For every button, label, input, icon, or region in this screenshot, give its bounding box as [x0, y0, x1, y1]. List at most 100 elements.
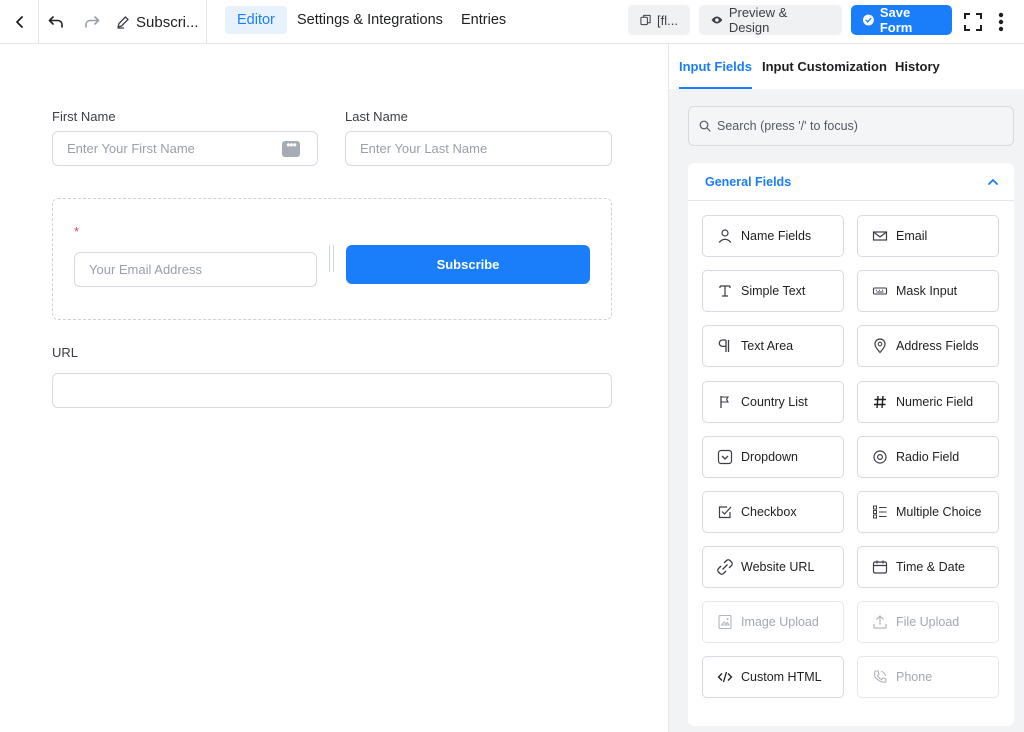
- phone-icon: [873, 670, 887, 683]
- check-circle-icon: [863, 14, 874, 26]
- field-label: Image Upload: [741, 615, 819, 629]
- paragraph-icon: [718, 339, 730, 352]
- field-multiple-choice[interactable]: Multiple Choice: [857, 491, 999, 533]
- calendar-icon: [872, 560, 888, 574]
- sidebar-tabs: Input Fields Input Customization History: [669, 44, 1024, 89]
- email-input[interactable]: Your Email Address: [74, 252, 317, 287]
- redo-icon: [85, 16, 100, 28]
- field-checkbox[interactable]: Checkbox: [702, 491, 844, 533]
- save-form-label: Save Form: [879, 5, 913, 35]
- upload-icon: [873, 615, 887, 629]
- field-dropdown[interactable]: Dropdown: [702, 436, 844, 478]
- field-label: Phone: [896, 670, 933, 684]
- tab-editor[interactable]: Editor: [225, 6, 287, 34]
- field-label: Country List: [741, 395, 808, 409]
- undo-button[interactable]: [42, 0, 70, 44]
- tab-settings-integrations[interactable]: Settings & Integrations: [285, 6, 455, 34]
- fields-sidebar: Input Fields Input Customization History…: [668, 44, 1024, 732]
- chevron-up-icon[interactable]: [986, 175, 1000, 189]
- field-label: Time & Date: [896, 560, 966, 574]
- field-simple-text[interactable]: Simple Text: [702, 270, 844, 312]
- top-bar: Subscri... Editor Settings & Integration…: [0, 0, 1024, 44]
- general-fields-header[interactable]: General Fields: [688, 163, 1014, 201]
- eye-icon: [711, 16, 723, 24]
- image-icon: [718, 614, 732, 630]
- tab-entries[interactable]: Entries: [449, 6, 518, 34]
- subscribe-button[interactable]: Subscribe: [346, 245, 590, 284]
- preview-design-label: Preview & Design: [728, 5, 788, 35]
- first-name-placeholder: Enter Your First Name: [67, 141, 195, 156]
- field-label: Multiple Choice: [896, 505, 982, 519]
- link-icon: [717, 559, 733, 575]
- url-label: URL: [52, 345, 79, 360]
- first-name-input[interactable]: Enter Your First Name •••: [52, 131, 318, 166]
- last-name-input[interactable]: Enter Your Last Name: [345, 131, 612, 166]
- flag-icon: [720, 396, 729, 408]
- general-fields-panel: General Fields Name Fields Email Simple …: [688, 163, 1014, 726]
- field-label: Custom HTML: [741, 670, 822, 684]
- form-title-text: Subscri...: [136, 13, 199, 31]
- field-file-upload[interactable]: File Upload: [857, 601, 999, 643]
- field-label: File Upload: [896, 615, 960, 629]
- email-placeholder: Your Email Address: [89, 262, 202, 277]
- hash-icon: [874, 395, 886, 409]
- field-label: Email: [896, 229, 928, 243]
- form-title[interactable]: Subscri...: [116, 0, 199, 44]
- field-search-input[interactable]: Search (press '/' to focus): [688, 106, 1014, 146]
- url-input[interactable]: [52, 373, 612, 408]
- last-name-label: Last Name: [345, 109, 408, 124]
- field-label: Simple Text: [741, 284, 806, 298]
- field-country-list[interactable]: Country List: [702, 381, 844, 423]
- first-name-label: First Name: [52, 109, 116, 124]
- save-form-button[interactable]: Save Form: [851, 5, 952, 35]
- text-cursor-icon: [719, 285, 731, 297]
- column-resize-handle[interactable]: [329, 245, 334, 272]
- field-label: Mask Input: [896, 284, 958, 298]
- field-text-area[interactable]: Text Area: [702, 325, 844, 367]
- field-label: Website URL: [741, 560, 815, 574]
- redo-button[interactable]: [78, 0, 106, 44]
- divider: [206, 0, 207, 44]
- keyboard-icon: [872, 287, 888, 295]
- shortcode-label: [fl...: [657, 12, 678, 28]
- field-phone[interactable]: Phone: [857, 656, 999, 698]
- field-label: Text Area: [741, 339, 794, 353]
- ellipsis-icon[interactable]: •••: [282, 139, 300, 157]
- kebab-menu-icon: [998, 12, 1004, 32]
- preview-design-button[interactable]: Preview & Design: [699, 5, 842, 35]
- map-pin-icon: [874, 338, 886, 354]
- chevron-left-icon: [16, 16, 23, 28]
- field-address-fields[interactable]: Address Fields: [857, 325, 999, 367]
- envelope-icon: [872, 231, 888, 241]
- field-label: Radio Field: [896, 450, 960, 464]
- field-numeric-field[interactable]: Numeric Field: [857, 381, 999, 423]
- fullscreen-button[interactable]: [960, 0, 986, 44]
- back-button[interactable]: [6, 0, 34, 44]
- field-time-date[interactable]: Time & Date: [857, 546, 999, 588]
- field-label: Checkbox: [741, 505, 797, 519]
- field-custom-html[interactable]: Custom HTML: [702, 656, 844, 698]
- fullscreen-icon: [964, 13, 982, 31]
- tab-history[interactable]: History: [895, 44, 940, 89]
- person-icon: [718, 229, 732, 243]
- undo-icon: [48, 16, 63, 28]
- field-website-url[interactable]: Website URL: [702, 546, 844, 588]
- shortcode-button[interactable]: [fl...: [628, 5, 690, 35]
- tab-input-fields[interactable]: Input Fields: [679, 44, 752, 89]
- more-options-button[interactable]: [992, 0, 1010, 44]
- field-image-upload[interactable]: Image Upload: [702, 601, 844, 643]
- field-name-fields[interactable]: Name Fields: [702, 215, 844, 257]
- required-mark: *: [74, 224, 80, 239]
- copy-icon: [640, 14, 651, 26]
- dropdown-icon: [717, 449, 733, 465]
- field-radio-field[interactable]: Radio Field: [857, 436, 999, 478]
- field-email[interactable]: Email: [857, 215, 999, 257]
- general-fields-title: General Fields: [705, 175, 792, 189]
- field-label: Dropdown: [741, 450, 798, 464]
- code-icon: [717, 671, 733, 683]
- field-mask-input[interactable]: Mask Input: [857, 270, 999, 312]
- radio-icon: [873, 450, 887, 464]
- tab-input-customization[interactable]: Input Customization: [762, 44, 887, 89]
- divider: [38, 0, 39, 44]
- list-check-icon: [873, 505, 887, 519]
